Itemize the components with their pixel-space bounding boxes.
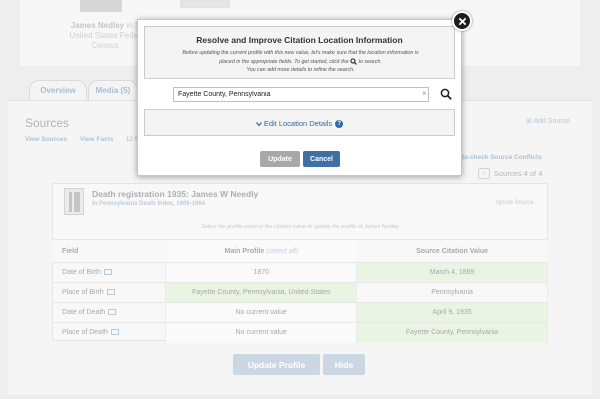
search-icon[interactable] xyxy=(440,88,452,100)
dialog-title: Resolve and Improve Citation Location In… xyxy=(196,35,403,45)
location-search-row: × xyxy=(144,78,455,110)
edit-location-details-toggle[interactable]: Edit Location Details ? xyxy=(144,110,455,137)
location-input[interactable] xyxy=(173,87,429,102)
edit-location-details-label: Edit Location Details xyxy=(263,119,333,128)
clear-icon[interactable]: × xyxy=(422,89,427,98)
description-line-3: You can add more details to refine the s… xyxy=(246,67,355,73)
close-glyph xyxy=(458,17,466,25)
resolve-location-dialog: Resolve and Improve Citation Location In… xyxy=(137,19,462,176)
dialog-description: Before updating the current profile with… xyxy=(155,49,446,75)
dialog-update-button[interactable]: Update xyxy=(260,151,300,167)
chevron-down-icon xyxy=(255,121,262,126)
search-icon xyxy=(350,57,357,65)
dialog-cancel-button[interactable]: Cancel xyxy=(303,151,340,167)
close-icon[interactable] xyxy=(452,11,472,31)
description-line-2a: placed in the appropriate fields. To get… xyxy=(219,58,349,65)
info-icon[interactable]: ? xyxy=(335,119,344,128)
description-line-2b: to search. xyxy=(358,58,382,65)
description-line-1: Before updating the current profile with… xyxy=(182,50,419,56)
